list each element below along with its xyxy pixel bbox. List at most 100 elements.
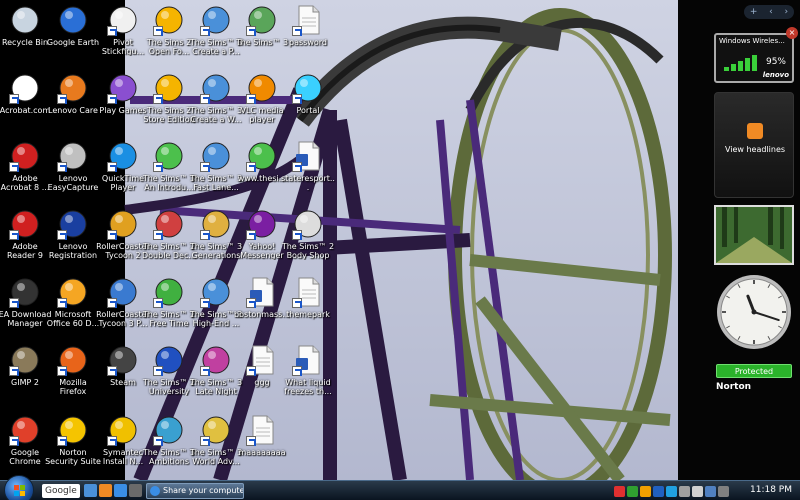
signal-percent: 95% xyxy=(765,57,786,67)
desktop-icon[interactable]: The Sims™ 2 Free Time xyxy=(143,274,195,342)
desktop-icon[interactable]: Recycle Bin xyxy=(1,2,49,70)
sims3-latenight-icon xyxy=(200,344,232,376)
desktop-icon[interactable]: Lenovo Care xyxy=(48,70,98,138)
word-doc-icon xyxy=(292,344,324,376)
close-icon[interactable]: × xyxy=(786,27,798,39)
taskbar: Google Share your compute... 11:18 PM xyxy=(0,475,800,500)
shortcut-arrow-icon xyxy=(246,230,256,240)
desktop-icon[interactable]: www.thesi... xyxy=(238,138,286,206)
taskbar-window-button[interactable]: Share your compute... xyxy=(146,483,244,499)
desktop-icon[interactable]: themepark xyxy=(284,274,332,342)
desktop-icon[interactable]: stateresport... xyxy=(281,138,335,206)
google-toolbar-search[interactable]: Google xyxy=(42,484,80,498)
shortcut-arrow-icon xyxy=(200,436,210,446)
tray-icon[interactable] xyxy=(666,485,677,497)
desktop-icon[interactable]: Google Earth xyxy=(47,2,99,70)
tray-icon[interactable] xyxy=(705,485,716,497)
desktop-icon[interactable]: EA Download Manager xyxy=(0,274,51,342)
desktop-icon[interactable]: Adobe Acrobat 8 ... xyxy=(1,138,49,206)
desktop-icon[interactable]: The Sims™ 3 Fast Lane... xyxy=(190,138,242,206)
quick-launch-icon[interactable] xyxy=(129,484,142,497)
desktop-icon[interactable]: Google Chrome xyxy=(1,412,49,480)
sims2-icon xyxy=(153,4,185,36)
shortcut-arrow-icon xyxy=(107,26,117,36)
desktop-icon[interactable]: Symantec Install N... xyxy=(99,412,147,480)
desktop-icon[interactable]: Play Games xyxy=(99,70,147,138)
desktop-icon[interactable]: GIMP 2 xyxy=(1,342,49,410)
word-doc-icon xyxy=(246,276,278,308)
norton-status-badge[interactable]: Protected xyxy=(716,364,792,378)
next-gadgets-button[interactable]: › xyxy=(784,7,788,17)
sims2-bodyshop-icon xyxy=(292,208,324,240)
feed-headlines-gadget[interactable]: View headlines xyxy=(714,92,794,198)
desktop-icon[interactable]: Mozilla Firefox xyxy=(49,342,97,410)
shortcut-arrow-icon xyxy=(200,94,210,104)
previous-gadgets-button[interactable]: ‹ xyxy=(769,7,773,17)
desktop-icon[interactable]: maaaaaaaa xyxy=(238,412,286,480)
quick-launch-icon[interactable] xyxy=(84,484,97,497)
desktop-icon[interactable]: The Sims™ 3 An Introdu... xyxy=(143,138,195,206)
sims3-icon xyxy=(200,4,232,36)
wireless-signal-gadget[interactable]: Windows Wireles... 95% lenovo × xyxy=(714,27,798,83)
tray-icon[interactable] xyxy=(692,485,703,497)
desktop-icon[interactable]: Microsoft Office 60 D... xyxy=(47,274,99,342)
recycle-bin-icon xyxy=(9,4,41,36)
desktop-icon[interactable]: The Sims 2 Store Edition xyxy=(143,70,195,138)
desktop-icon[interactable]: Acrobat.com xyxy=(0,70,50,138)
desktop-icon[interactable]: Lenovo Registration xyxy=(49,206,97,274)
desktop-icon[interactable]: The Sims™ 3 Late Night xyxy=(190,342,242,410)
quick-launch-icon[interactable] xyxy=(114,484,127,497)
desktop-icon[interactable]: Pivot Stickfigu... xyxy=(99,2,147,70)
desktop-icon[interactable]: password xyxy=(284,2,332,70)
desktop-icon[interactable]: QuickTime Player xyxy=(99,138,147,206)
desktop-icon-label: password xyxy=(289,38,327,47)
slideshow-gadget[interactable] xyxy=(714,205,794,265)
tray-icon[interactable] xyxy=(640,485,651,497)
desktop-icon[interactable]: What liquid freezes th... xyxy=(284,342,332,410)
taskbar-clock[interactable]: 11:18 PM xyxy=(750,485,792,495)
desktop-icon[interactable]: Adobe Reader 9 xyxy=(1,206,49,274)
word-doc-icon xyxy=(292,140,324,172)
tray-icon[interactable] xyxy=(679,485,690,497)
shortcut-arrow-icon xyxy=(200,162,210,172)
quick-launch-icon[interactable] xyxy=(99,484,112,497)
quick-launch-bar xyxy=(84,484,142,498)
desktop-icon[interactable]: The Sims™ 3 World Adv... xyxy=(190,412,242,480)
yahoo-messenger-icon xyxy=(246,208,278,240)
shortcut-arrow-icon xyxy=(107,162,117,172)
desktop-icon[interactable]: VLC media player xyxy=(238,70,286,138)
tray-icon[interactable] xyxy=(627,485,638,497)
desktop-icon-label: The Sims™ 2 Body Shop xyxy=(281,242,335,260)
desktop-icon[interactable]: The Sims™ 3 High-End ... xyxy=(190,274,242,342)
quicktime-icon xyxy=(107,140,139,172)
desktop-icon[interactable]: Portal xyxy=(284,70,332,138)
desktop-icon[interactable]: The Sims™ 3 Create a P... xyxy=(190,2,242,70)
desktop-icon[interactable]: RollerCoaster Tycoon 3 P... xyxy=(96,274,150,342)
desktop-icon[interactable]: RollerCoaster Tycoon 2 xyxy=(96,206,150,274)
desktop-icon[interactable]: The Sims™ 3 Generations xyxy=(190,206,242,274)
desktop-icon[interactable]: The Sims™ 2 University xyxy=(143,342,195,410)
desktop-icon[interactable]: The Sims™ 3 xyxy=(236,2,288,70)
start-button[interactable] xyxy=(4,475,34,500)
desktop-icon[interactable]: The Sims™ 2 Body Shop xyxy=(282,206,334,274)
sims3-worldadv-icon xyxy=(200,414,232,446)
clock-gadget[interactable] xyxy=(715,273,793,351)
desktop-icon[interactable]: The Sims™ 3 Ambitions xyxy=(143,412,195,480)
desktop-icon[interactable]: Steam xyxy=(99,342,147,410)
desktop-icon[interactable]: bostonmass... xyxy=(234,274,290,342)
desktop-icon-label: Mozilla Firefox xyxy=(59,378,87,396)
desktop-icon[interactable]: The Sims™ 2 Double Dec... xyxy=(142,206,196,274)
desktop-icon[interactable]: Yahoo! Messenger xyxy=(238,206,286,274)
view-headlines-link[interactable]: View headlines xyxy=(715,145,795,154)
add-gadget-button[interactable]: + xyxy=(750,7,758,17)
desktop-icon[interactable]: The Sims™ 3 Create a W... xyxy=(190,70,242,138)
tray-icon[interactable] xyxy=(718,485,729,497)
tray-icon[interactable] xyxy=(653,485,664,497)
desktop-icon[interactable]: ggg xyxy=(238,342,286,410)
desktop-icon[interactable]: The Sims 2 Open Fo... xyxy=(145,2,193,70)
norton-gadget[interactable]: Protected Norton xyxy=(716,364,794,398)
tray-icon[interactable] xyxy=(614,485,625,497)
google-earth-icon xyxy=(57,4,89,36)
desktop-icon[interactable]: Lenovo EasyCapture xyxy=(48,138,98,206)
desktop-icon[interactable]: Norton Security Suite xyxy=(45,412,101,480)
